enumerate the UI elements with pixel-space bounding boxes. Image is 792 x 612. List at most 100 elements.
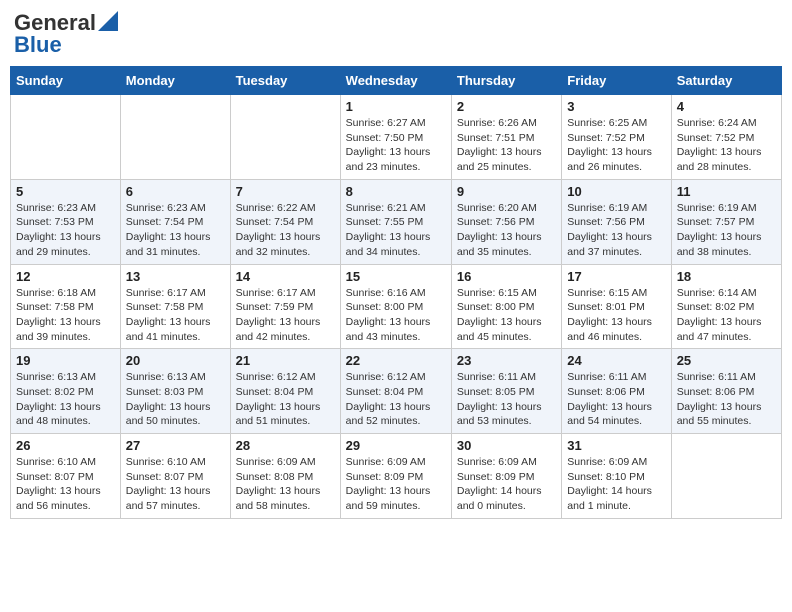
day-number: 4 (677, 99, 776, 114)
calendar-cell: 20Sunrise: 6:13 AM Sunset: 8:03 PM Dayli… (120, 349, 230, 434)
calendar-cell: 2Sunrise: 6:26 AM Sunset: 7:51 PM Daylig… (451, 95, 561, 180)
day-number: 3 (567, 99, 665, 114)
day-number: 7 (236, 184, 335, 199)
calendar-cell: 15 Sunrise: 6:16 AM Sunset: 8:00 PM Dayli… (340, 264, 451, 349)
day-info: Sunrise: 6:21 AM Sunset: 7:55 PM Dayligh… (346, 201, 446, 260)
day-info: Sunrise: 6:09 AM Sunset: 8:10 PM Dayligh… (567, 455, 665, 514)
calendar-cell: 5 Sunrise: 6:23 AM Sunset: 7:53 PM Daylig… (11, 179, 121, 264)
day-number: 18 (677, 269, 776, 284)
weekday-header-tuesday: Tuesday (230, 67, 340, 95)
calendar-cell (671, 434, 781, 519)
day-number: 30 (457, 438, 556, 453)
weekday-header-saturday: Saturday (671, 67, 781, 95)
day-number: 27 (126, 438, 225, 453)
calendar-cell: 27 Sunrise: 6:10 AM Sunset: 8:07 PM Dayli… (120, 434, 230, 519)
calendar-cell: 18 Sunrise: 6:14 AM Sunset: 8:02 PM Dayli… (671, 264, 781, 349)
day-info: Sunrise: 6:19 AM Sunset: 7:57 PM Dayligh… (677, 201, 776, 260)
calendar-cell: 10 Sunrise: 6:19 AM Sunset: 7:56 PM Dayli… (562, 179, 671, 264)
day-number: 25 (677, 353, 776, 368)
day-info: Sunrise: 6:10 AM Sunset: 8:07 PM Dayligh… (16, 455, 115, 514)
calendar-cell: 12 Sunrise: 6:18 AM Sunset: 7:58 PM Dayli… (11, 264, 121, 349)
day-info: Sunrise: 6:14 AM Sunset: 8:02 PM Dayligh… (677, 286, 776, 345)
day-info: Sunrise: 6:24 AM Sunset: 7:52 PM Dayligh… (677, 116, 776, 175)
calendar-cell: 13Sunrise: 6:17 AM Sunset: 7:58 PM Dayli… (120, 264, 230, 349)
day-info: Sunrise: 6:18 AM Sunset: 7:58 PM Dayligh… (16, 286, 115, 345)
weekday-header-thursday: Thursday (451, 67, 561, 95)
day-info: Sunrise: 6:22 AM Sunset: 7:54 PM Dayligh… (236, 201, 335, 260)
day-number: 24 (567, 353, 665, 368)
calendar-cell: 23Sunrise: 6:11 AM Sunset: 8:05 PM Dayli… (451, 349, 561, 434)
day-number: 17 (567, 269, 665, 284)
calendar-cell: 1 Sunrise: 6:27 AM Sunset: 7:50 PM Daylig… (340, 95, 451, 180)
calendar-cell (120, 95, 230, 180)
calendar-cell: 9 Sunrise: 6:20 AM Sunset: 7:56 PM Daylig… (451, 179, 561, 264)
day-info: Sunrise: 6:19 AM Sunset: 7:56 PM Dayligh… (567, 201, 665, 260)
day-info: Sunrise: 6:15 AM Sunset: 8:01 PM Dayligh… (567, 286, 665, 345)
calendar-cell: 11 Sunrise: 6:19 AM Sunset: 7:57 PM Dayli… (671, 179, 781, 264)
day-number: 1 (346, 99, 446, 114)
day-number: 19 (16, 353, 115, 368)
calendar-cell: 14 Sunrise: 6:17 AM Sunset: 7:59 PM Dayli… (230, 264, 340, 349)
calendar-cell: 28Sunrise: 6:09 AM Sunset: 8:08 PM Dayli… (230, 434, 340, 519)
day-info: Sunrise: 6:25 AM Sunset: 7:52 PM Dayligh… (567, 116, 665, 175)
calendar-cell: 19Sunrise: 6:13 AM Sunset: 8:02 PM Dayli… (11, 349, 121, 434)
day-info: Sunrise: 6:12 AM Sunset: 8:04 PM Dayligh… (236, 370, 335, 429)
day-info: Sunrise: 6:23 AM Sunset: 7:53 PM Dayligh… (16, 201, 115, 260)
calendar-cell: 26 Sunrise: 6:10 AM Sunset: 8:07 PM Dayli… (11, 434, 121, 519)
day-info: Sunrise: 6:17 AM Sunset: 7:59 PM Dayligh… (236, 286, 335, 345)
day-info: Sunrise: 6:23 AM Sunset: 7:54 PM Dayligh… (126, 201, 225, 260)
calendar-cell: 29 Sunrise: 6:09 AM Sunset: 8:09 PM Dayli… (340, 434, 451, 519)
day-info: Sunrise: 6:20 AM Sunset: 7:56 PM Dayligh… (457, 201, 556, 260)
page-header: General Blue (10, 10, 782, 58)
day-info: Sunrise: 6:26 AM Sunset: 7:51 PM Dayligh… (457, 116, 556, 175)
day-info: Sunrise: 6:11 AM Sunset: 8:06 PM Dayligh… (567, 370, 665, 429)
calendar-cell: 17 Sunrise: 6:15 AM Sunset: 8:01 PM Dayli… (562, 264, 671, 349)
day-number: 16 (457, 269, 556, 284)
day-number: 5 (16, 184, 115, 199)
calendar-cell: 24 Sunrise: 6:11 AM Sunset: 8:06 PM Dayli… (562, 349, 671, 434)
day-info: Sunrise: 6:09 AM Sunset: 8:09 PM Dayligh… (346, 455, 446, 514)
calendar-cell: 3 Sunrise: 6:25 AM Sunset: 7:52 PM Daylig… (562, 95, 671, 180)
calendar-cell: 30 Sunrise: 6:09 AM Sunset: 8:09 PM Dayli… (451, 434, 561, 519)
calendar-cell: 21 Sunrise: 6:12 AM Sunset: 8:04 PM Dayli… (230, 349, 340, 434)
day-number: 12 (16, 269, 115, 284)
day-number: 10 (567, 184, 665, 199)
day-number: 21 (236, 353, 335, 368)
day-number: 9 (457, 184, 556, 199)
day-number: 6 (126, 184, 225, 199)
calendar-cell: 16 Sunrise: 6:15 AM Sunset: 8:00 PM Dayli… (451, 264, 561, 349)
calendar-cell: 25 Sunrise: 6:11 AM Sunset: 8:06 PM Dayli… (671, 349, 781, 434)
day-info: Sunrise: 6:11 AM Sunset: 8:05 PM Dayligh… (457, 370, 556, 429)
calendar-cell: 22Sunrise: 6:12 AM Sunset: 8:04 PM Dayli… (340, 349, 451, 434)
day-info: Sunrise: 6:09 AM Sunset: 8:09 PM Dayligh… (457, 455, 556, 514)
day-info: Sunrise: 6:09 AM Sunset: 8:08 PM Dayligh… (236, 455, 335, 514)
day-info: Sunrise: 6:11 AM Sunset: 8:06 PM Dayligh… (677, 370, 776, 429)
day-number: 8 (346, 184, 446, 199)
day-info: Sunrise: 6:16 AM Sunset: 8:00 PM Dayligh… (346, 286, 446, 345)
calendar-cell (230, 95, 340, 180)
day-number: 22 (346, 353, 446, 368)
weekday-header-monday: Monday (120, 67, 230, 95)
day-number: 13 (126, 269, 225, 284)
day-info: Sunrise: 6:27 AM Sunset: 7:50 PM Dayligh… (346, 116, 446, 175)
day-info: Sunrise: 6:15 AM Sunset: 8:00 PM Dayligh… (457, 286, 556, 345)
calendar-cell: 31 Sunrise: 6:09 AM Sunset: 8:10 PM Dayli… (562, 434, 671, 519)
calendar-table: SundayMondayTuesdayWednesdayThursdayFrid… (10, 66, 782, 519)
day-number: 26 (16, 438, 115, 453)
day-number: 14 (236, 269, 335, 284)
logo: General Blue (14, 10, 118, 58)
day-number: 29 (346, 438, 446, 453)
day-number: 15 (346, 269, 446, 284)
weekday-header-wednesday: Wednesday (340, 67, 451, 95)
day-number: 11 (677, 184, 776, 199)
calendar-cell: 7 Sunrise: 6:22 AM Sunset: 7:54 PM Daylig… (230, 179, 340, 264)
weekday-header-friday: Friday (562, 67, 671, 95)
calendar-cell (11, 95, 121, 180)
day-number: 31 (567, 438, 665, 453)
weekday-header-sunday: Sunday (11, 67, 121, 95)
logo-icon (98, 11, 118, 31)
calendar-cell: 8 Sunrise: 6:21 AM Sunset: 7:55 PM Daylig… (340, 179, 451, 264)
day-info: Sunrise: 6:10 AM Sunset: 8:07 PM Dayligh… (126, 455, 225, 514)
day-info: Sunrise: 6:13 AM Sunset: 8:03 PM Dayligh… (126, 370, 225, 429)
calendar-cell: 6 Sunrise: 6:23 AM Sunset: 7:54 PM Daylig… (120, 179, 230, 264)
